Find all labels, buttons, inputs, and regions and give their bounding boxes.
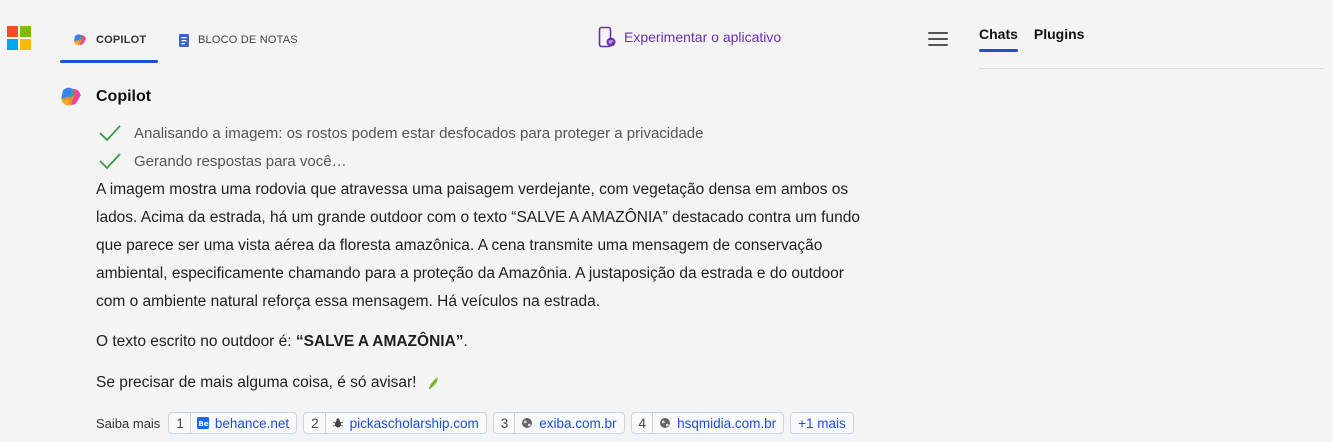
- learn-more: Saiba mais 1 Be behance.net 2 pickaschol…: [96, 412, 854, 434]
- logo-green-square: [20, 26, 31, 37]
- active-sidebar-tab-indicator: [979, 49, 1018, 52]
- answer-line: lados. Acima da estrada, há um grande ou…: [96, 209, 860, 226]
- source-chip[interactable]: 3 exiba.com.br: [492, 412, 625, 434]
- status-line: Gerando respostas para você…: [98, 151, 347, 171]
- tab-notebook[interactable]: BLOCO DE NOTAS: [178, 26, 298, 54]
- behance-icon: Be: [196, 417, 209, 429]
- notebook-icon: [179, 33, 189, 47]
- sidebar-divider: [979, 68, 1324, 69]
- more-sources-label: +1 mais: [798, 415, 846, 431]
- svg-text:Be: Be: [198, 420, 208, 428]
- logo-yellow-square: [20, 39, 31, 50]
- answer-paragraph: A imagem mostra uma rodovia que atravess…: [96, 176, 896, 316]
- source-site: hsqmidia.com.br: [677, 415, 777, 431]
- active-tab-indicator: [60, 60, 159, 63]
- source-number: 1: [176, 413, 191, 433]
- answer-line: que parece ser uma vista aérea da flores…: [96, 237, 823, 254]
- copilot-icon: [74, 34, 86, 46]
- answer-line: ambiental, especificamente chamando para…: [96, 265, 844, 282]
- answer-text: Se precisar de mais alguma coisa, é só a…: [96, 374, 417, 391]
- message-author: Copilot: [96, 88, 152, 105]
- status-text: Analisando a imagem: os rostos podem est…: [134, 124, 704, 142]
- check-icon: [99, 153, 121, 170]
- tab-chats-label: Chats: [979, 26, 1018, 42]
- source-site: pickascholarship.com: [349, 415, 479, 431]
- answer-text: O texto escrito no outdoor é:: [96, 333, 296, 350]
- check-icon: [99, 125, 121, 142]
- hamburger-icon[interactable]: [928, 32, 948, 46]
- source-number: 2: [311, 413, 326, 433]
- tab-notebook-label: BLOCO DE NOTAS: [198, 34, 298, 46]
- microsoft-logo[interactable]: [7, 26, 31, 50]
- try-app-label: Experimentar o aplicativo: [624, 29, 782, 45]
- source-chip[interactable]: 1 Be behance.net: [168, 412, 298, 434]
- status-text: Gerando respostas para você…: [134, 152, 347, 170]
- status-line: Analisando a imagem: os rostos podem est…: [98, 123, 704, 143]
- source-number: 4: [639, 413, 654, 433]
- globe-icon: [521, 417, 533, 429]
- copilot-avatar-icon: [61, 87, 81, 106]
- source-chip[interactable]: 2 pickascholarship.com: [303, 412, 487, 434]
- source-site: behance.net: [214, 415, 290, 431]
- answer-line: com o ambiente natural reforça essa mens…: [96, 293, 601, 310]
- answer-paragraph: O texto escrito no outdoor é: “SALVE A A…: [96, 328, 468, 356]
- source-site: exiba.com.br: [539, 415, 617, 431]
- answer-paragraph: Se precisar de mais alguma coisa, é só a…: [96, 369, 442, 397]
- logo-blue-square: [7, 39, 18, 50]
- bug-icon: [332, 417, 344, 429]
- globe-icon: [659, 417, 671, 429]
- source-number: 3: [501, 413, 516, 433]
- message-header: Copilot: [58, 84, 151, 110]
- leaf-icon: [429, 377, 439, 390]
- tab-plugins[interactable]: Plugins: [1034, 26, 1085, 42]
- logo-red-square: [7, 26, 18, 37]
- tab-copilot[interactable]: COPILOT: [60, 26, 159, 63]
- answer-line: A imagem mostra uma rodovia que atravess…: [96, 181, 849, 198]
- answer-text: .: [463, 333, 468, 350]
- sidebar-tabs: Chats Plugins: [979, 26, 1085, 52]
- billboard-text: “SALVE A AMAZÔNIA”: [295, 333, 464, 350]
- tab-copilot-label: COPILOT: [96, 34, 147, 46]
- tab-chats[interactable]: Chats: [979, 26, 1018, 52]
- phone-app-icon: [598, 26, 616, 48]
- try-app-link[interactable]: Experimentar o aplicativo: [598, 26, 781, 48]
- answer-body: A imagem mostra uma rodovia que atravess…: [96, 176, 896, 391]
- more-sources-button[interactable]: +1 mais: [790, 412, 854, 434]
- source-chip[interactable]: 4 hsqmidia.com.br: [630, 412, 785, 434]
- learn-more-label: Saiba mais: [96, 415, 161, 431]
- tab-plugins-label: Plugins: [1033, 26, 1085, 42]
